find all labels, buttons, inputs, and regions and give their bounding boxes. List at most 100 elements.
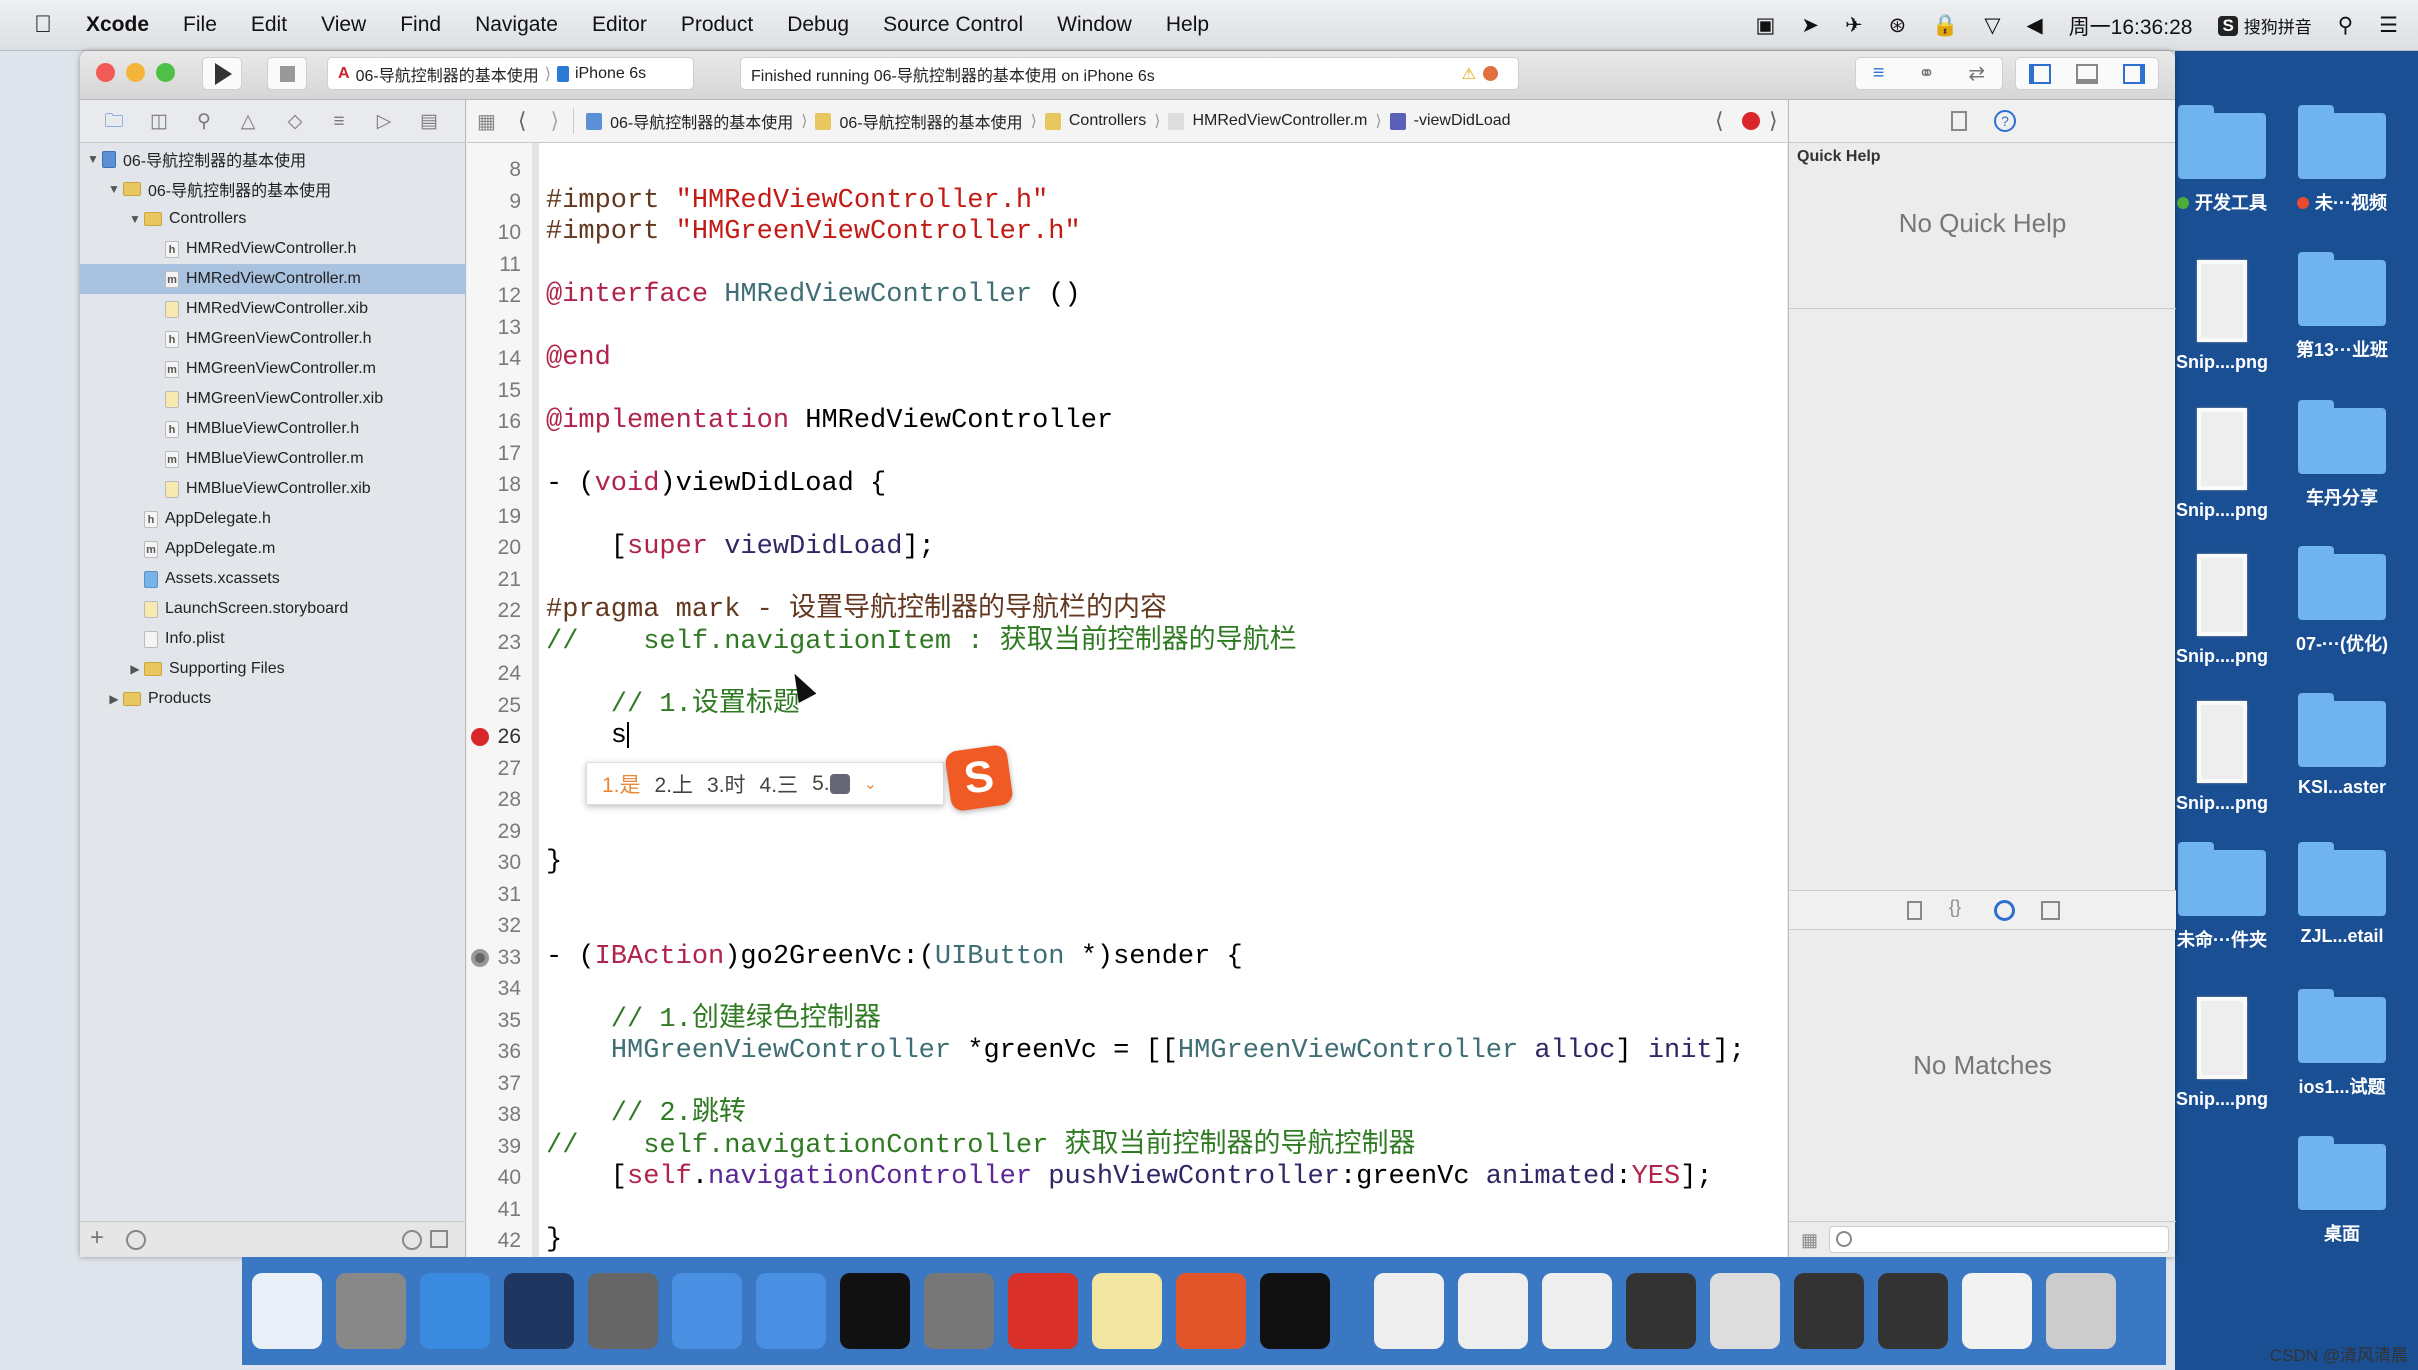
- assistant-editor-icon[interactable]: ⚭: [1918, 61, 1935, 86]
- desktop-item[interactable]: KSI...aster: [2282, 693, 2402, 798]
- desktop-item[interactable]: Snip....png: [2175, 701, 2282, 814]
- clock[interactable]: 周一16:36:28: [2069, 11, 2193, 41]
- zoom-window-button[interactable]: [156, 63, 175, 82]
- ime-candidate[interactable]: 4.三: [760, 769, 799, 799]
- document-icon[interactable]: [1962, 1273, 2032, 1349]
- navigator-item[interactable]: Info.plist: [80, 624, 466, 654]
- code-line[interactable]: [super viewDidLoad];: [546, 532, 935, 564]
- lock-icon[interactable]: 🔒: [1932, 14, 1958, 38]
- add-icon[interactable]: +: [90, 1224, 104, 1252]
- menu-source-control[interactable]: Source Control: [883, 13, 1023, 37]
- volume-icon[interactable]: ◀: [2027, 13, 2043, 38]
- desktop-item[interactable]: 车丹分享: [2282, 400, 2402, 510]
- code-line[interactable]: - (void)viewDidLoad {: [546, 469, 886, 501]
- navigator-item[interactable]: HMRedViewController.xib: [80, 294, 466, 324]
- navigator-item[interactable]: m HMBlueViewController.m: [80, 444, 466, 474]
- navigator-item[interactable]: LaunchScreen.storyboard: [80, 594, 466, 624]
- object-library-icon[interactable]: [1994, 900, 2015, 921]
- desktop-item[interactable]: Snip....png: [2175, 260, 2282, 373]
- bluetooth-icon[interactable]: ⊛: [1889, 13, 1907, 38]
- navigator-item[interactable]: h HMRedViewController.h: [80, 234, 466, 264]
- notification-center-icon[interactable]: ☰: [2379, 13, 2398, 38]
- navigator-item[interactable]: ▶ Supporting Files: [80, 654, 466, 684]
- navigator-item[interactable]: ▼ 06-导航控制器的基本使用: [80, 174, 466, 204]
- disclosure-open-icon[interactable]: ▼: [128, 212, 142, 226]
- standard-editor-icon[interactable]: ≡: [1873, 62, 1885, 85]
- code-line[interactable]: #pragma mark - 设置导航控制器的导航栏的内容: [546, 595, 1167, 627]
- navigator-item[interactable]: ▼ Controllers: [80, 204, 466, 234]
- code-line[interactable]: @implementation HMRedViewController: [546, 406, 1113, 438]
- code-line[interactable]: }: [546, 847, 562, 879]
- instruments-icon[interactable]: [756, 1273, 826, 1349]
- desktop-item[interactable]: 未命···件夹: [2175, 842, 2282, 952]
- apple-menu-icon[interactable]: : [34, 11, 52, 39]
- menu-window[interactable]: Window: [1057, 13, 1132, 37]
- notes-icon[interactable]: [1092, 1273, 1162, 1349]
- code-line[interactable]: // self.navigationItem : 获取当前控制器的导航栏: [546, 627, 1297, 659]
- window-thumb-icon[interactable]: [1710, 1273, 1780, 1349]
- ime-candidate[interactable]: 3.时: [707, 769, 746, 799]
- close-window-button[interactable]: [96, 63, 115, 82]
- error-indicator-icon[interactable]: [1742, 112, 1760, 130]
- project-navigator-icon[interactable]: 🗀: [104, 112, 124, 132]
- toggle-navigator-icon[interactable]: [2028, 63, 2051, 84]
- error-icon[interactable]: [471, 728, 489, 746]
- code-line[interactable]: // 1.设置标题: [546, 690, 800, 722]
- menu-product[interactable]: Product: [681, 13, 753, 37]
- stop-button[interactable]: [267, 57, 307, 90]
- scm-status-icon[interactable]: [430, 1230, 448, 1248]
- scheme-selector[interactable]: A 06-导航控制器的基本使用 ⟩ iPhone 6s: [327, 57, 694, 90]
- safari-icon[interactable]: [420, 1273, 490, 1349]
- navigator-item[interactable]: Assets.xcassets: [80, 564, 466, 594]
- navigator-item[interactable]: h HMGreenViewController.h: [80, 324, 466, 354]
- menu-file[interactable]: File: [183, 13, 217, 37]
- window-thumb-icon[interactable]: [1542, 1273, 1612, 1349]
- minimize-window-button[interactable]: [126, 63, 145, 82]
- xcode-icon[interactable]: [672, 1273, 742, 1349]
- code-line[interactable]: @end: [546, 343, 611, 375]
- navigator-item[interactable]: ▶ Products: [80, 684, 466, 714]
- crumb-project[interactable]: 06-导航控制器的基本使用 ⟩: [586, 109, 807, 133]
- find-navigator-icon[interactable]: ⚲: [194, 112, 214, 132]
- window-thumb-icon[interactable]: [1374, 1273, 1444, 1349]
- code-line[interactable]: #import "HMGreenViewController.h": [546, 217, 1081, 249]
- issue-navigator-icon[interactable]: △: [238, 112, 258, 132]
- navigator-item[interactable]: h AppDelegate.h: [80, 504, 466, 534]
- mouse-app-icon[interactable]: [504, 1273, 574, 1349]
- desktop-item[interactable]: 开发工具: [2175, 105, 2282, 215]
- error-badge-icon[interactable]: [1483, 66, 1498, 81]
- media-library-icon[interactable]: [2041, 901, 2060, 920]
- report-navigator-icon[interactable]: ▤: [419, 112, 439, 132]
- run-button[interactable]: [202, 57, 242, 90]
- code-folding-ribbon[interactable]: [532, 143, 539, 1257]
- related-items-icon[interactable]: ▦: [477, 109, 496, 134]
- menu-find[interactable]: Find: [400, 13, 441, 37]
- powerpoint-icon[interactable]: [1176, 1273, 1246, 1349]
- breakpoint-navigator-icon[interactable]: ▷: [374, 112, 394, 132]
- navigator-item[interactable]: m HMRedViewController.m: [80, 264, 466, 294]
- code-line[interactable]: HMGreenViewController *greenVc = [[HMGre…: [546, 1036, 1745, 1068]
- navigator-item[interactable]: m HMGreenViewController.m: [80, 354, 466, 384]
- window-thumb-icon[interactable]: [1626, 1273, 1696, 1349]
- spotlight-search-icon[interactable]: ⚲: [2338, 13, 2353, 38]
- terminal-icon[interactable]: [840, 1273, 910, 1349]
- ime-candidate[interactable]: 2.上: [655, 769, 694, 799]
- movie-icon[interactable]: [588, 1273, 658, 1349]
- next-issue-button[interactable]: ⟩: [1769, 108, 1778, 134]
- desktop-item[interactable]: ios1...试题: [2282, 989, 2402, 1099]
- warning-icon[interactable]: ⚠: [1462, 64, 1476, 84]
- navigator-item[interactable]: h HMBlueViewController.h: [80, 414, 466, 444]
- previous-issue-button[interactable]: ⟨: [1715, 108, 1724, 134]
- toggle-utilities-icon[interactable]: [2123, 63, 2146, 84]
- desktop-item[interactable]: Snip....png: [2175, 554, 2282, 667]
- code-line[interactable]: // 1.创建绿色控制器: [546, 1005, 881, 1037]
- crumb-controllers[interactable]: Controllers ⟩: [1044, 111, 1160, 131]
- filter-icon[interactable]: [126, 1230, 146, 1250]
- trash-icon[interactable]: [2046, 1273, 2116, 1349]
- launchpad-icon[interactable]: [336, 1273, 406, 1349]
- toggle-debug-area-icon[interactable]: [2075, 63, 2098, 84]
- screen-record-icon[interactable]: ▣: [1756, 13, 1776, 38]
- symbol-navigator-icon[interactable]: ◫: [149, 112, 169, 132]
- ime-candidate[interactable]: 1.是: [602, 769, 641, 799]
- desktop-item[interactable]: Snip....png: [2175, 408, 2282, 521]
